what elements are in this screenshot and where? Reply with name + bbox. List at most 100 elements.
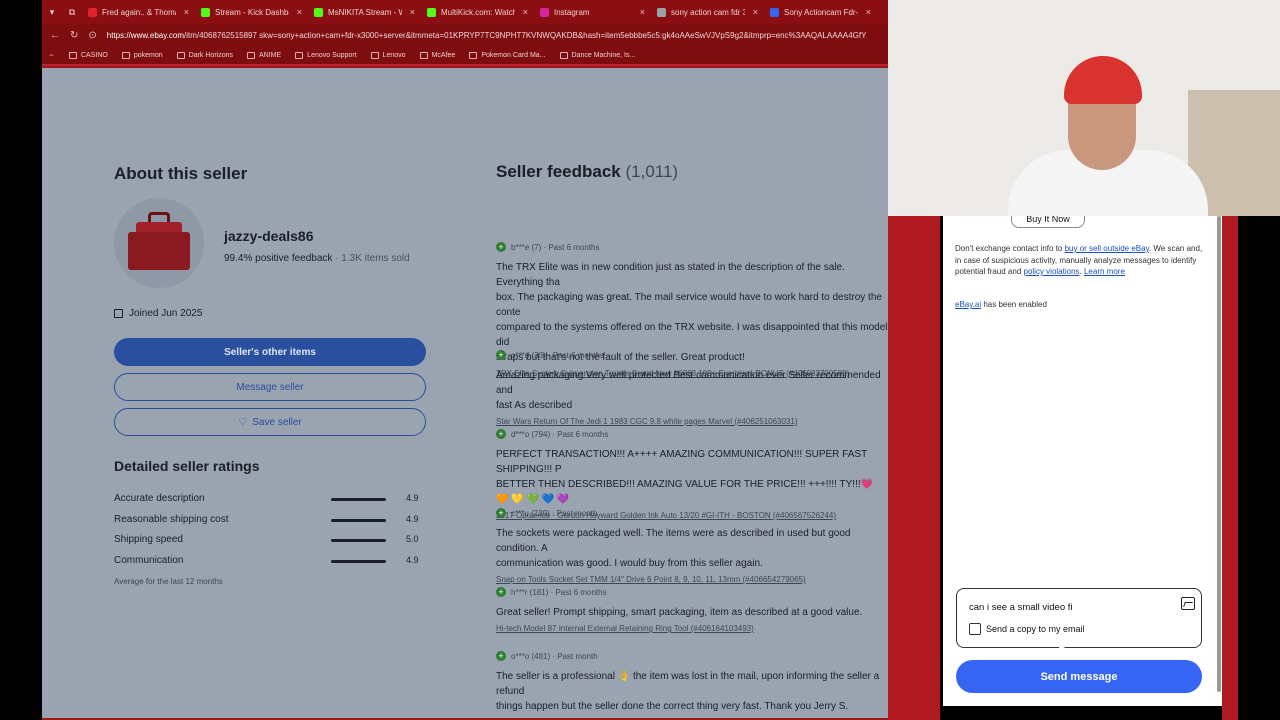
rating-bar <box>331 498 386 501</box>
folder-icon <box>469 51 478 59</box>
review-text: Amazing packaging Very well protected Be… <box>496 370 881 411</box>
positive-feedback-icon: + <box>496 587 506 597</box>
bookmark-item[interactable]: Dance Machine, Is... <box>559 51 635 59</box>
positive-feedback-icon: + <box>496 508 506 518</box>
folder-icon <box>295 51 304 59</box>
rating-bar <box>331 539 386 542</box>
background-strip-right <box>1222 216 1238 720</box>
review-text: The seller is a professional 👌 the item … <box>496 671 880 712</box>
save-seller-button[interactable]: ♡ Save seller <box>114 408 426 436</box>
calendar-icon <box>114 309 123 318</box>
bookmark-item[interactable]: Dark Horizons <box>176 51 233 59</box>
tab-close-icon[interactable]: × <box>753 7 758 17</box>
seller-feedback-summary: 99.4% positive feedback · 1.3K items sol… <box>224 253 410 264</box>
folder-icon <box>121 51 130 59</box>
panel-scrollbar[interactable] <box>1216 216 1222 692</box>
feedback-review: + o***d (33) · Past 6 months Amazing packa… <box>496 348 888 426</box>
safety-notice: Don't exchange contact info to buy or se… <box>955 244 1203 276</box>
workspace-icon[interactable]: ⧉ <box>62 0 82 24</box>
tab-close-icon[interactable]: × <box>866 7 871 17</box>
review-item-link[interactable]: Hi-tech Model 87 Internal External Retai… <box>496 624 888 633</box>
bookmark-item[interactable]: Lenovo <box>370 51 406 59</box>
browser-tab[interactable]: Stream - Kick Dashboard × <box>195 0 308 24</box>
positive-feedback-icon: + <box>496 651 506 661</box>
folder-icon <box>419 51 428 59</box>
background-strip <box>888 216 940 720</box>
rating-row: Accurate description 4.9 <box>114 493 419 504</box>
feedback-review: + c***u (239) · Past month The sockets wer… <box>496 506 888 584</box>
seller-feedback-title: Seller feedback (1,011) <box>496 162 679 181</box>
folder-icon <box>370 51 379 59</box>
about-seller-title: About this seller <box>114 164 248 183</box>
address-bar: ← ↻ ⊙ https://www.ebay.com/itm/406876251… <box>42 24 888 46</box>
feedback-review: + o***o (481) · Past month The seller is a… <box>496 649 888 718</box>
ebay-page: About this seller jazzy-deals86 99.4% po… <box>42 68 888 718</box>
bookmarks-menu-icon[interactable]: ⇔ <box>48 52 55 59</box>
tab-close-icon[interactable]: × <box>523 7 528 17</box>
bookmark-item[interactable]: pokemon <box>121 51 163 59</box>
browser-tab[interactable]: sony action cam fdr 3000 × <box>651 0 764 24</box>
tab-close-icon[interactable]: × <box>184 7 189 17</box>
bookmarks-bar: ⇔ CASINO pokemon Dark Horizons ANIME Lenovo … <box>42 46 888 66</box>
site-info-icon[interactable]: ⊙ <box>88 30 96 41</box>
policy-violations-link[interactable]: policy violations <box>1024 267 1080 276</box>
ebay-ai-notice: eBay.ai has been enabled <box>955 300 1047 309</box>
tab-favicon-icon <box>201 7 210 17</box>
tab-close-icon[interactable]: × <box>297 7 302 17</box>
tab-label: MultiKick.com: Watch Mu <box>441 7 515 17</box>
webcam-overlay <box>888 0 1280 216</box>
rating-bar <box>331 559 386 563</box>
review-item-link[interactable]: Snap on Tools Socket Set TMM 1/4" Drive … <box>496 575 888 584</box>
detailed-ratings-title: Detailed seller ratings <box>114 458 260 474</box>
tab-favicon-icon <box>657 7 666 17</box>
send-message-button[interactable]: Send message <box>956 660 1202 693</box>
browser-tab[interactable]: Fred again.. & Thomas Ba × <box>82 0 195 24</box>
message-compose-box[interactable]: can i see a small video fi Send a copy t… <box>956 588 1202 648</box>
back-icon[interactable]: ← <box>50 30 60 41</box>
attach-image-icon[interactable] <box>1181 597 1195 610</box>
bookmark-item[interactable]: CASINO <box>69 51 108 59</box>
ebay-ai-link[interactable]: eBay.ai <box>955 300 981 309</box>
bookmark-item[interactable]: Lenovo Support <box>295 51 357 59</box>
bookmark-item[interactable]: McAfee <box>419 51 455 59</box>
tab-label: Stream - Kick Dashboard <box>215 7 289 17</box>
browser-tab[interactable]: MsNIKITA Stream - Watch × <box>308 0 421 24</box>
folder-icon <box>559 51 568 59</box>
tab-favicon-icon <box>427 7 436 17</box>
tab-close-icon[interactable]: × <box>640 7 645 17</box>
copy-email-checkbox[interactable] <box>969 623 981 635</box>
message-panel: Buy It Now Don't exchange contact info t… <box>943 212 1222 706</box>
ratings-note: Average for the last 12 months <box>114 577 223 586</box>
joined-date: Joined Jun 2025 <box>114 308 202 319</box>
tab-menu-icon[interactable]: ▾ <box>42 0 62 24</box>
feedback-review: + h***r (181) · Past 6 months Great seller… <box>496 585 888 633</box>
folder-icon <box>176 51 185 59</box>
reload-icon[interactable]: ↻ <box>70 30 78 41</box>
review-text: The sockets were packaged well. The item… <box>496 528 851 569</box>
seller-avatar[interactable] <box>114 198 204 288</box>
tab-label: Fred again.. & Thomas Ba <box>102 7 176 17</box>
tab-label: Instagram <box>554 7 590 17</box>
review-text: PERFECT TRANSACTION!!! A++++ AMAZING COM… <box>496 449 874 505</box>
seller-name[interactable]: jazzy-deals86 <box>224 228 314 244</box>
tab-label: sony action cam fdr 3000 <box>671 7 745 17</box>
browser-tab[interactable]: Sony Actioncam Fdr-X300 × <box>764 0 877 24</box>
url-field[interactable]: https://www.ebay.com/itm/40687625158​97 … <box>107 31 867 40</box>
learn-more-link[interactable]: Learn more <box>1084 267 1125 276</box>
seller-other-items-button[interactable]: Seller's other items <box>114 338 426 366</box>
browser-tab[interactable]: MultiKick.com: Watch Mu × <box>421 0 534 24</box>
copy-email-label: Send a copy to my email <box>986 624 1085 634</box>
message-seller-button[interactable]: Message seller <box>114 373 426 401</box>
bookmark-item[interactable]: Pokemon Card Ma... <box>469 51 546 59</box>
review-text: Great seller! Prompt shipping, smart pac… <box>496 607 863 618</box>
outside-ebay-link[interactable]: buy or sell outside eBay <box>1065 244 1149 253</box>
review-item-link[interactable]: Star Wars Return Of The Jedi 1 1983 CGC … <box>496 417 888 426</box>
bookmark-item[interactable]: ANIME <box>247 51 281 59</box>
copy-email-checkbox-row[interactable]: Send a copy to my email <box>969 623 1085 635</box>
positive-feedback-icon: + <box>496 429 506 439</box>
rating-row: Reasonable shipping cost 4.9 <box>114 513 419 525</box>
heart-icon: ♡ <box>238 416 248 428</box>
browser-tab[interactable]: Instagram × <box>534 0 651 24</box>
message-input[interactable]: can i see a small video fi <box>969 602 1073 613</box>
tab-close-icon[interactable]: × <box>410 7 415 17</box>
